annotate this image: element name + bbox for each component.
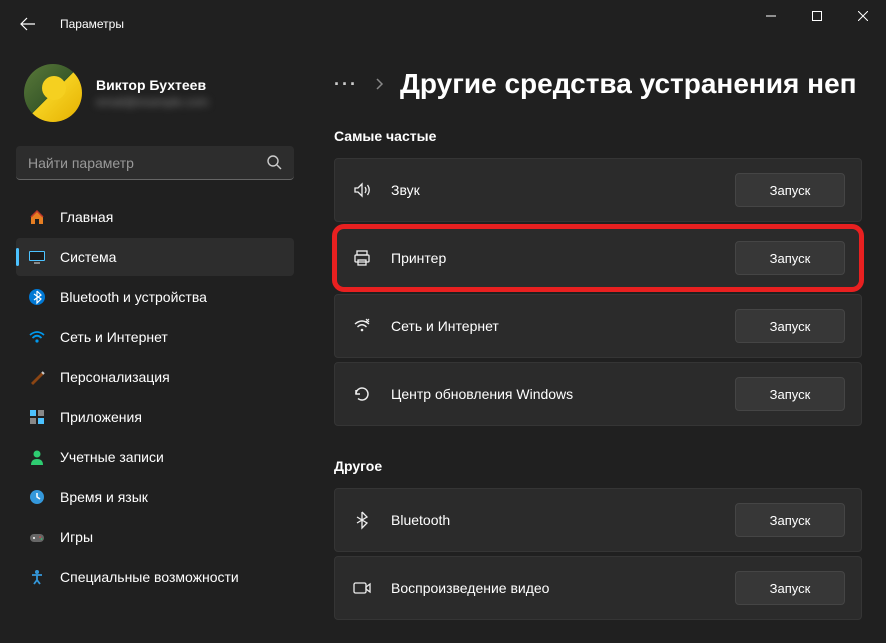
card-label: Звук — [391, 182, 717, 198]
nav-label: Время и язык — [60, 489, 148, 505]
nav-item-wifi[interactable]: Сеть и Интернет — [16, 318, 294, 356]
settings-window: Параметры Виктор Бухтеев email@example.c… — [0, 0, 886, 643]
nav-item-clock[interactable]: Время и язык — [16, 478, 294, 516]
nav-label: Система — [60, 249, 116, 265]
breadcrumb-more[interactable]: ··· — [334, 74, 358, 95]
card-label: Bluetooth — [391, 512, 717, 528]
card-label: Центр обновления Windows — [391, 386, 717, 402]
chevron-right-icon — [374, 78, 384, 90]
minimize-button[interactable] — [748, 0, 794, 32]
minimize-icon — [766, 11, 776, 21]
window-title: Параметры — [60, 17, 124, 31]
troubleshooter-card-update: Центр обновления Windows Запуск — [334, 362, 862, 426]
troubleshooter-card-video: Воспроизведение видео Запуск — [334, 556, 862, 620]
nav-label: Сеть и Интернет — [60, 329, 168, 345]
close-button[interactable] — [840, 0, 886, 32]
wifi-icon — [28, 328, 46, 346]
clock-icon — [28, 488, 46, 506]
nav-label: Специальные возможности — [60, 569, 239, 585]
run-button[interactable]: Запуск — [735, 503, 845, 537]
profile-info: Виктор Бухтеев email@example.com — [96, 77, 208, 109]
run-button[interactable]: Запуск — [735, 571, 845, 605]
search-input[interactable] — [16, 146, 294, 180]
printer-icon — [351, 247, 373, 269]
nav-item-accessibility[interactable]: Специальные возможности — [16, 558, 294, 596]
search-icon — [266, 154, 282, 170]
bluetooth-icon — [28, 288, 46, 306]
troubleshooter-card-printer: Принтер Запуск — [334, 226, 862, 290]
profile[interactable]: Виктор Бухтеев email@example.com — [16, 48, 294, 146]
nav-item-account[interactable]: Учетные записи — [16, 438, 294, 476]
nav-item-bluetooth[interactable]: Bluetooth и устройства — [16, 278, 294, 316]
home-icon — [28, 208, 46, 226]
nav-label: Учетные записи — [60, 449, 164, 465]
window-controls — [748, 0, 886, 32]
card-label: Воспроизведение видео — [391, 580, 717, 596]
sound-icon — [351, 179, 373, 201]
apps-icon — [28, 408, 46, 426]
card-label: Сеть и Интернет — [391, 318, 717, 334]
search — [16, 146, 294, 180]
nav-item-home[interactable]: Главная — [16, 198, 294, 236]
close-icon — [858, 11, 868, 21]
nav-label: Приложения — [60, 409, 142, 425]
account-icon — [28, 448, 46, 466]
system-icon — [28, 248, 46, 266]
profile-email: email@example.com — [96, 95, 208, 109]
nav-item-apps[interactable]: Приложения — [16, 398, 294, 436]
run-button[interactable]: Запуск — [735, 377, 845, 411]
nav-label: Игры — [60, 529, 93, 545]
profile-name: Виктор Бухтеев — [96, 77, 208, 93]
nav-label: Главная — [60, 209, 113, 225]
content: Виктор Бухтеев email@example.com Главная… — [0, 48, 886, 643]
update-icon — [351, 383, 373, 405]
section-label: Самые частые — [334, 128, 862, 144]
run-button[interactable]: Запуск — [735, 241, 845, 275]
section-label: Другое — [334, 458, 862, 474]
titlebar: Параметры — [0, 0, 886, 48]
page-title: Другие средства устранения неп — [400, 68, 857, 100]
avatar — [24, 64, 82, 122]
nav-label: Bluetooth и устройства — [60, 289, 207, 305]
nav-label: Персонализация — [60, 369, 170, 385]
nav: Главная Система Bluetooth и устройства Сеть… — [16, 198, 294, 596]
bluetooth2-icon — [351, 509, 373, 531]
video-icon — [351, 577, 373, 599]
maximize-icon — [812, 11, 822, 21]
games-icon — [28, 528, 46, 546]
troubleshooter-card-network: Сеть и Интернет Запуск — [334, 294, 862, 358]
troubleshooter-card-bluetooth2: Bluetooth Запуск — [334, 488, 862, 552]
back-button[interactable] — [8, 4, 48, 44]
arrow-left-icon — [20, 16, 36, 32]
network-icon — [351, 315, 373, 337]
card-label: Принтер — [391, 250, 717, 266]
sidebar: Виктор Бухтеев email@example.com Главная… — [0, 48, 310, 643]
main: ··· Другие средства устранения неп Самые… — [310, 48, 886, 643]
nav-item-brush[interactable]: Персонализация — [16, 358, 294, 396]
brush-icon — [28, 368, 46, 386]
nav-item-games[interactable]: Игры — [16, 518, 294, 556]
breadcrumb: ··· Другие средства устранения неп — [334, 68, 862, 100]
sections: Самые частыеЗвукЗапускПринтерЗапускСеть … — [334, 128, 862, 620]
nav-item-system[interactable]: Система — [16, 238, 294, 276]
run-button[interactable]: Запуск — [735, 309, 845, 343]
maximize-button[interactable] — [794, 0, 840, 32]
troubleshooter-card-sound: Звук Запуск — [334, 158, 862, 222]
run-button[interactable]: Запуск — [735, 173, 845, 207]
accessibility-icon — [28, 568, 46, 586]
